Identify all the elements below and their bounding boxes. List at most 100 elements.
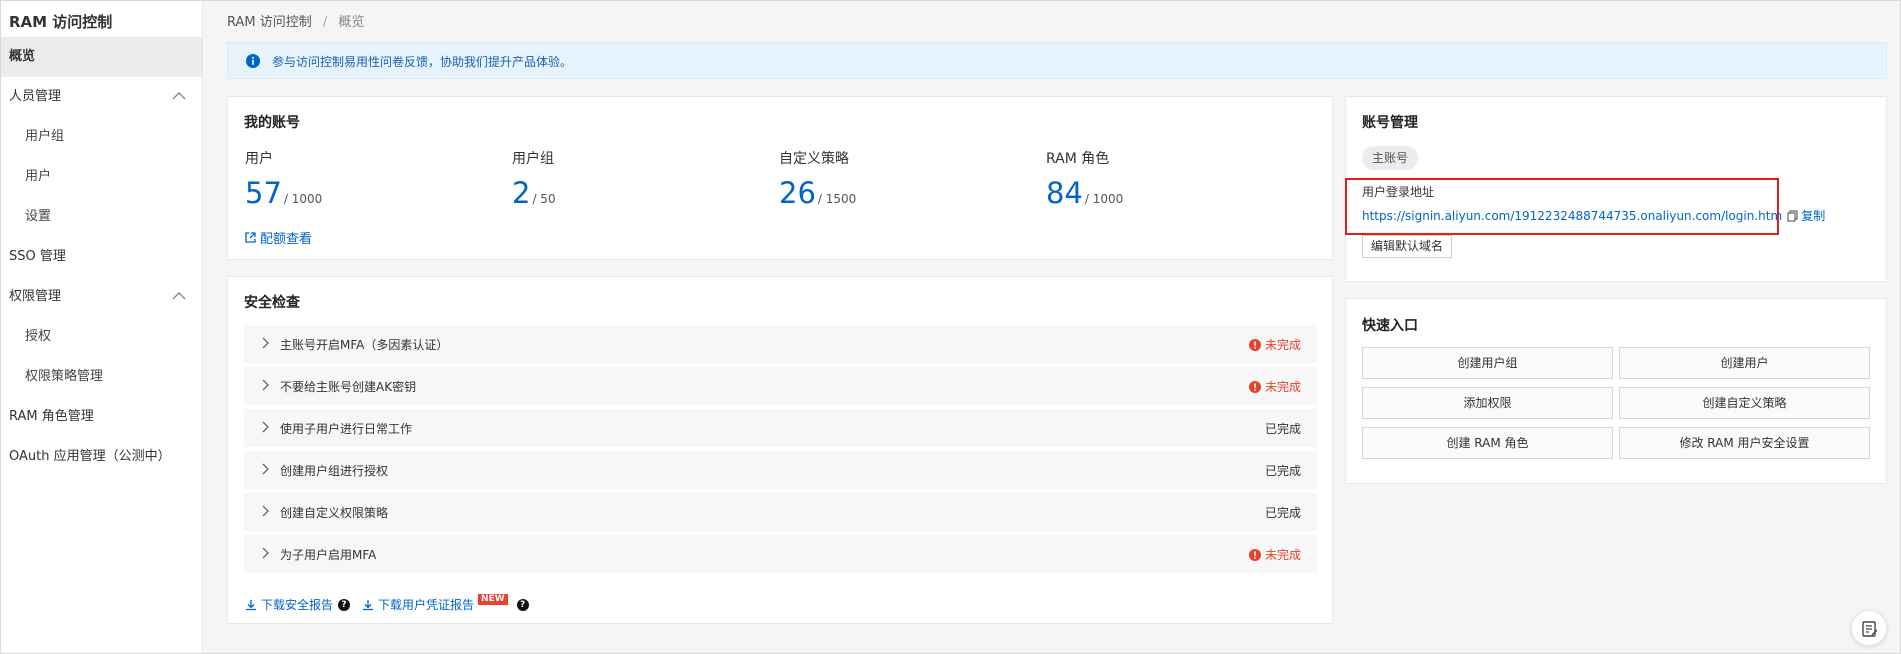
stat-user-groups: 用户组 2/ 50 — [512, 148, 752, 210]
modify-ram-user-security-button[interactable]: 修改 RAM 用户安全设置 — [1619, 427, 1870, 459]
check-status: 已完成 — [1265, 462, 1301, 479]
sidebar-item-oauth-apps[interactable]: OAuth 应用管理（公测中） — [1, 437, 202, 477]
chevron-right-icon — [262, 463, 269, 475]
quick-entry-card: 快速入口 创建用户组 创建用户 添加权限 创建自定义策略 创建 RAM 角色 修… — [1345, 298, 1887, 484]
breadcrumb-current: 概览 — [338, 15, 365, 30]
chevron-right-icon — [262, 505, 269, 517]
check-status-label: 已完成 — [1264, 464, 1301, 478]
feedback-notice: 参与访问控制易用性问卷反馈，协助我们提升产品体验。 — [227, 42, 1887, 79]
stat-label: RAM 角色 — [1046, 151, 1110, 167]
check-row[interactable]: 使用子用户进行日常工作 已完成 — [244, 409, 1317, 447]
chevron-right-icon — [262, 337, 269, 349]
sidebar-title: RAM 访问控制 — [9, 13, 113, 31]
stat-max: / 1000 — [1084, 192, 1124, 206]
warning-icon — [1248, 380, 1261, 393]
security-check-title: 安全检查 — [244, 295, 300, 311]
breadcrumb-separator: / — [322, 15, 328, 30]
chevron-right-icon — [262, 379, 269, 391]
check-status: 未完成 — [1248, 336, 1301, 353]
sidebar-item-label: 权限管理 — [9, 289, 62, 304]
sidebar-item-sso[interactable]: SSO 管理 — [1, 237, 202, 277]
help-icon[interactable]: ? — [338, 598, 351, 611]
check-row[interactable]: 创建用户组进行授权 已完成 — [244, 451, 1317, 489]
help-icon[interactable]: ? — [516, 598, 529, 611]
stat-value[interactable]: 2 — [512, 176, 530, 210]
download-icon — [363, 599, 374, 610]
download-security-report-label: 下载安全报告 — [261, 598, 334, 612]
stat-label: 自定义策略 — [779, 151, 849, 167]
check-status-label: 已完成 — [1264, 506, 1301, 520]
download-security-report-link[interactable]: 下载安全报告 — [245, 596, 333, 613]
stat-custom-policies: 自定义策略 26/ 1500 — [779, 148, 1019, 210]
quota-view-label: 配额查看 — [260, 232, 313, 247]
add-permission-button[interactable]: 添加权限 — [1362, 387, 1613, 419]
chevron-right-icon — [262, 547, 269, 559]
download-icon — [246, 599, 256, 610]
check-label: 创建自定义权限策略 — [280, 506, 389, 520]
login-url-row: https://signin.aliyun.com/19122324887447… — [1362, 207, 1825, 224]
stat-users: 用户 57/ 1000 — [245, 148, 485, 210]
stat-max: / 1000 — [283, 192, 323, 206]
stat-max: / 50 — [532, 192, 556, 206]
stat-label: 用户组 — [512, 151, 554, 167]
chevron-up-icon[interactable] — [172, 291, 186, 301]
external-link-icon — [245, 232, 256, 243]
stat-ram-roles: RAM 角色 84/ 1000 — [1046, 148, 1286, 210]
feedback-button[interactable] — [1851, 610, 1887, 646]
security-check-card: 安全检查 主账号开启MFA（多因素认证） 未完成 不要给主账号创建AK密钥 未完… — [227, 276, 1333, 624]
notice-link[interactable]: 参与访问控制易用性问卷反馈，协助我们提升产品体验。 — [272, 53, 572, 70]
chevron-up-icon[interactable] — [172, 91, 186, 101]
check-row[interactable]: 主账号开启MFA（多因素认证） 未完成 — [244, 325, 1317, 363]
check-status: 已完成 — [1265, 420, 1301, 437]
edit-default-domain-button[interactable]: 编辑默认域名 — [1362, 235, 1453, 258]
stat-value[interactable]: 26 — [779, 176, 816, 210]
sidebar-item-settings[interactable]: 设置 — [1, 197, 202, 237]
copy-label: 复制 — [1801, 209, 1826, 223]
warning-icon — [1248, 548, 1261, 561]
stat-value[interactable]: 84 — [1046, 176, 1083, 210]
breadcrumb-root[interactable]: RAM 访问控制 — [227, 15, 312, 30]
check-status: 未完成 — [1248, 546, 1301, 563]
check-status-label: 未完成 — [1264, 338, 1301, 352]
create-custom-policy-button[interactable]: 创建自定义策略 — [1619, 387, 1870, 419]
check-label: 创建用户组进行授权 — [280, 464, 389, 478]
create-user-group-button[interactable]: 创建用户组 — [1362, 347, 1613, 379]
check-label: 使用子用户进行日常工作 — [280, 422, 413, 436]
stat-label: 用户 — [245, 151, 273, 167]
check-row[interactable]: 不要给主账号创建AK密钥 未完成 — [244, 367, 1317, 405]
sidebar-item-user-groups[interactable]: 用户组 — [1, 117, 202, 157]
sidebar-item-permission-management[interactable]: 权限管理 — [1, 277, 202, 317]
quota-view-link[interactable]: 配额查看 — [245, 228, 312, 247]
sidebar-item-ram-roles[interactable]: RAM 角色管理 — [1, 397, 202, 437]
account-management-card: 账号管理 主账号 用户登录地址 https://signin.aliyun.co… — [1345, 96, 1887, 282]
login-url-link[interactable]: https://signin.aliyun.com/19122324887447… — [1362, 209, 1782, 223]
check-status-label: 已完成 — [1264, 422, 1301, 436]
check-row[interactable]: 为子用户启用MFA 未完成 — [244, 535, 1317, 573]
sidebar-item-people-management[interactable]: 人员管理 — [1, 77, 202, 117]
login-url-label: 用户登录地址 — [1362, 185, 1435, 199]
create-ram-role-button[interactable]: 创建 RAM 角色 — [1362, 427, 1613, 459]
download-credential-report-link[interactable]: 下载用户凭证报告 — [362, 596, 474, 613]
chevron-right-icon — [262, 421, 269, 433]
check-row[interactable]: 创建自定义权限策略 已完成 — [244, 493, 1317, 531]
copy-button[interactable]: 复制 — [1787, 207, 1825, 224]
sidebar: RAM 访问控制 概览 人员管理 用户组 用户 设置 SSO 管理 权限管理 授… — [1, 1, 203, 653]
quick-entry-title: 快速入口 — [1362, 318, 1418, 334]
sidebar-item-policies[interactable]: 权限策略管理 — [1, 357, 202, 397]
feedback-icon — [1862, 621, 1878, 637]
create-user-button[interactable]: 创建用户 — [1619, 347, 1870, 379]
download-links: 下载安全报告 ? 下载用户凭证报告 NEW ? — [245, 594, 529, 613]
my-account-card: 我的账号 用户 57/ 1000 用户组 2/ 50 自定义策略 26/ 150… — [227, 96, 1333, 260]
download-credential-report-label: 下载用户凭证报告 — [378, 598, 475, 612]
account-management-title: 账号管理 — [1362, 115, 1418, 131]
sidebar-item-users[interactable]: 用户 — [1, 157, 202, 197]
sidebar-item-label: 人员管理 — [9, 89, 62, 104]
warning-icon — [1248, 338, 1261, 351]
sidebar-item-grants[interactable]: 授权 — [1, 317, 202, 357]
check-label: 主账号开启MFA（多因素认证） — [280, 338, 449, 352]
check-label: 不要给主账号创建AK密钥 — [280, 380, 417, 394]
sidebar-item-overview[interactable]: 概览 — [1, 37, 202, 77]
stat-value[interactable]: 57 — [245, 176, 282, 210]
check-label: 为子用户启用MFA — [280, 548, 377, 562]
breadcrumb: RAM 访问控制 / 概览 — [227, 11, 364, 30]
